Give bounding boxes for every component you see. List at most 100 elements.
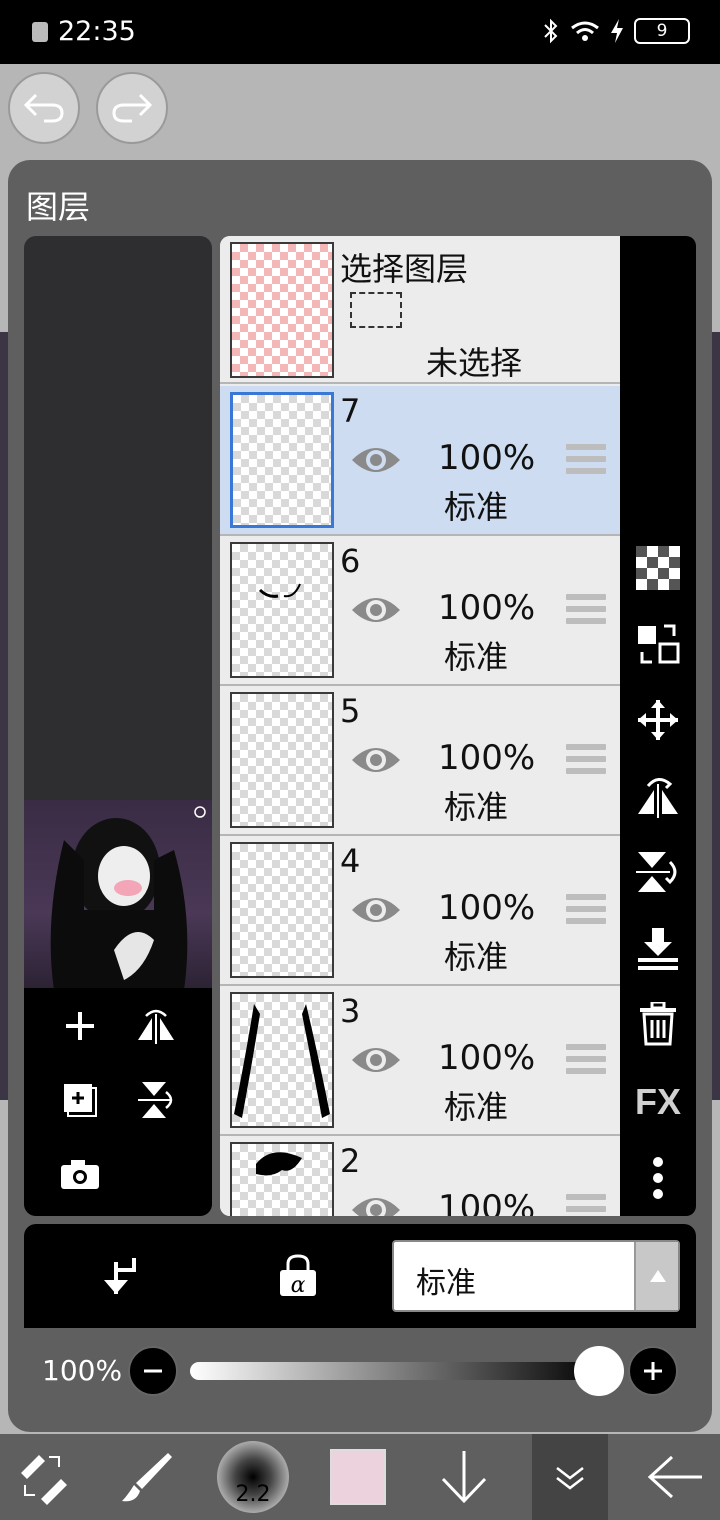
drag-handle-icon[interactable] (566, 1044, 606, 1078)
layer-tools-sidebar: FX (620, 236, 696, 1216)
chevron-double-down-icon (556, 1467, 584, 1490)
layer-number: 3 (340, 992, 361, 1030)
layer-opacity: 100% (438, 588, 536, 628)
layer-down-button[interactable] (432, 1434, 496, 1520)
opacity-label: 100% (42, 1354, 123, 1387)
layer-row-3[interactable]: 3 100% 标准 (220, 986, 620, 1136)
sim-icon (32, 22, 48, 42)
panel-title: 图层 (26, 188, 91, 226)
visibility-eye-icon[interactable] (350, 1042, 402, 1078)
minus-icon (144, 1369, 162, 1373)
merge-down-icon (638, 928, 678, 970)
back-button[interactable] (640, 1434, 710, 1520)
flip-vertical-button[interactable] (634, 848, 682, 896)
layer-opacity: 100% (438, 438, 536, 478)
blend-mode-select[interactable]: 标准 (392, 1240, 680, 1312)
trash-icon (640, 1002, 676, 1046)
brush-size-button[interactable]: 2.2 (214, 1434, 292, 1520)
visibility-eye-icon[interactable] (350, 442, 402, 478)
blend-mode-dropdown[interactable] (634, 1242, 678, 1310)
visibility-eye-icon[interactable] (350, 1192, 402, 1216)
layer-opacity: 100% (438, 1038, 536, 1078)
merge-down-button[interactable] (634, 924, 682, 972)
bluetooth-icon (544, 18, 558, 44)
selection-layer-thumbnail (230, 242, 334, 378)
flip-layer-horizontal-button[interactable] (134, 1004, 178, 1048)
transparency-checker-button[interactable] (634, 544, 682, 592)
layer-blend-mode: 标准 (444, 788, 509, 826)
opacity-slider-handle[interactable] (574, 1346, 624, 1396)
drag-handle-icon[interactable] (566, 894, 606, 928)
plus-icon (644, 1362, 662, 1380)
move-layer-button[interactable] (634, 696, 682, 744)
plus-icon (66, 1012, 94, 1040)
flip-layer-vertical-button[interactable] (134, 1078, 178, 1122)
drag-handle-icon[interactable] (566, 444, 606, 478)
flip-horizontal-button[interactable] (634, 772, 682, 820)
blend-mode-value: 标准 (416, 1266, 476, 1301)
layer-thumbnail (230, 692, 334, 828)
canvas-thumbnail[interactable] (24, 800, 212, 990)
layer-thumbnail (230, 842, 334, 978)
layer-opacity: 100% (438, 1188, 536, 1216)
color-picker-button[interactable] (326, 1434, 390, 1520)
layer-blend-mode: 标准 (444, 1088, 509, 1126)
import-photo-button[interactable] (58, 1152, 102, 1196)
flip-horizontal-icon (638, 778, 678, 818)
layer-row-6[interactable]: 6 100% 标准 (220, 536, 620, 686)
brush-tool-button[interactable] (110, 1434, 182, 1520)
flip-horizontal-icon (138, 1009, 174, 1044)
layer-opacity: 100% (438, 738, 536, 778)
brush-icon (122, 1453, 172, 1502)
selection-layer-title: 选择图层 (340, 250, 469, 288)
redo-icon (112, 93, 153, 123)
swap-layer-button[interactable] (634, 620, 682, 668)
triangle-up-icon (650, 1270, 666, 1282)
undo-icon (23, 93, 64, 123)
add-layer-button[interactable] (58, 1004, 102, 1048)
layer-blend-mode: 标准 (444, 638, 509, 676)
bottom-toolbar: 2.2 (0, 1434, 720, 1520)
layer-thumbnail (230, 992, 334, 1128)
selection-layer-row[interactable]: 选择图层 未选择 (220, 236, 620, 384)
drag-handle-icon[interactable] (566, 744, 606, 778)
more-options-button[interactable] (634, 1154, 682, 1202)
opacity-slider[interactable] (190, 1362, 602, 1380)
more-vertical-icon (653, 1157, 663, 1199)
selection-layer-state: 未选择 (426, 344, 523, 382)
layer-preview (24, 236, 212, 1216)
redo-button[interactable] (96, 72, 168, 144)
status-time: 22:35 (58, 16, 136, 47)
opacity-increase-button[interactable] (628, 1346, 678, 1396)
svg-text:α: α (291, 1273, 306, 1298)
clipping-arrow-icon (104, 1258, 136, 1294)
flip-vertical-icon (138, 1082, 173, 1118)
layer-row-2[interactable]: 2 100% 标准 (220, 1136, 620, 1216)
layer-number: 6 (340, 542, 361, 580)
drag-handle-icon[interactable] (566, 1194, 606, 1216)
visibility-eye-icon[interactable] (350, 742, 402, 778)
visibility-eye-icon[interactable] (350, 592, 402, 628)
layer-number: 2 (340, 1142, 361, 1180)
layer-row-4[interactable]: 4 100% 标准 (220, 836, 620, 986)
alpha-lock-icon: α (280, 1254, 316, 1298)
collapse-panel-button[interactable] (532, 1434, 608, 1520)
layer-number: 7 (340, 392, 361, 430)
clipping-button[interactable] (96, 1254, 140, 1298)
brush-eraser-toggle[interactable] (10, 1434, 76, 1520)
visibility-eye-icon[interactable] (350, 892, 402, 928)
fx-button[interactable]: FX (634, 1078, 682, 1126)
move-icon (638, 700, 678, 740)
duplicate-layer-button[interactable] (58, 1078, 102, 1122)
brush-size-value: 2.2 (235, 1482, 271, 1507)
undo-button[interactable] (8, 72, 80, 144)
drag-handle-icon[interactable] (566, 594, 606, 628)
layer-row-5[interactable]: 5 100% 标准 (220, 686, 620, 836)
layer-thumbnail (230, 1142, 334, 1216)
layer-list[interactable]: 选择图层 未选择 7 100% 标准 6 100% 标准 5 100% 标准 4… (220, 236, 620, 1216)
opacity-decrease-button[interactable] (128, 1346, 178, 1396)
checkerboard-icon (636, 546, 680, 590)
layer-row-7[interactable]: 7 100% 标准 (220, 386, 620, 536)
delete-layer-button[interactable] (634, 1000, 682, 1048)
alpha-lock-button[interactable]: α (276, 1254, 320, 1298)
